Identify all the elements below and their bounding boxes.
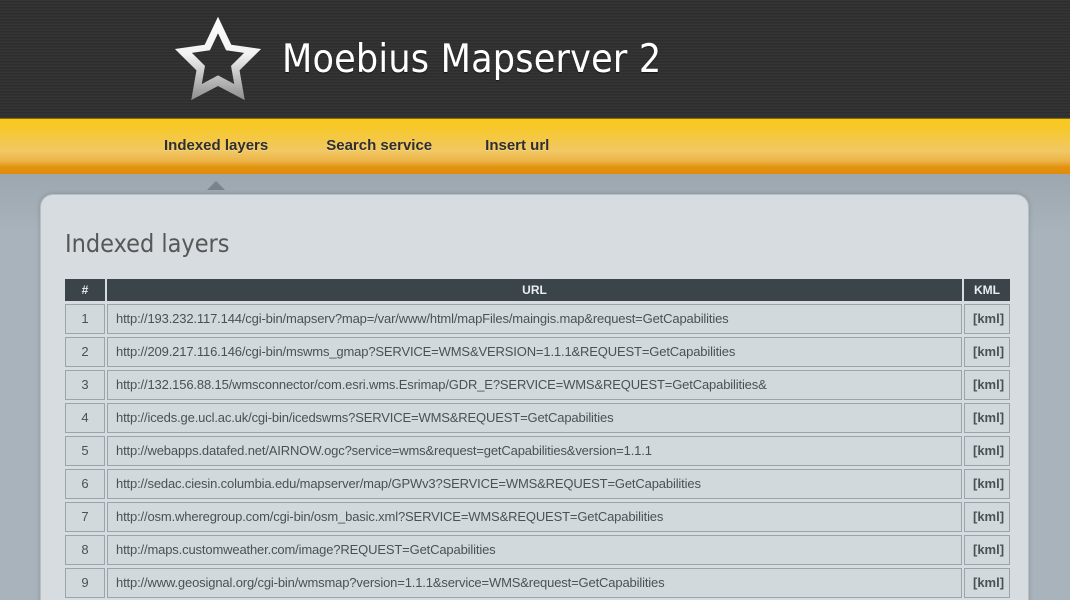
star-outline-icon bbox=[174, 16, 262, 101]
layer-url[interactable]: http://iceds.ge.ucl.ac.uk/cgi-bin/icedsw… bbox=[107, 403, 962, 433]
kml-link[interactable]: [kml] bbox=[964, 568, 1010, 598]
table-row: 6 http://sedac.ciesin.columbia.edu/mapser… bbox=[65, 469, 1010, 499]
banner-content: Moebius Mapserver 2 bbox=[0, 0, 1070, 118]
row-number: 9 bbox=[65, 568, 105, 598]
column-header-number: # bbox=[65, 279, 105, 301]
layer-url[interactable]: http://132.156.88.15/wmsconnector/com.es… bbox=[107, 370, 962, 400]
nav-item-label: Search service bbox=[326, 137, 433, 154]
layer-url[interactable]: http://maps.customweather.com/image?REQU… bbox=[107, 535, 962, 565]
row-number: 2 bbox=[65, 337, 105, 367]
content-panel: Indexed layers # URL KML 1 http://193.232… bbox=[40, 194, 1029, 600]
table-row: 1 http://193.232.117.144/cgi-bin/mapserv?… bbox=[65, 304, 1010, 334]
nav-item-label: Indexed layers bbox=[164, 137, 269, 154]
column-header-url: URL bbox=[107, 279, 962, 301]
table-row: 8 http://maps.customweather.com/image?REQ… bbox=[65, 535, 1010, 565]
kml-link[interactable]: [kml] bbox=[964, 436, 1010, 466]
page-title: Moebius Mapserver 2 bbox=[282, 36, 662, 82]
nav-item-insert-url[interactable]: Insert url bbox=[485, 119, 549, 153]
kml-link[interactable]: [kml] bbox=[964, 370, 1010, 400]
table-row: 2 http://209.217.116.146/cgi-bin/mswms_gm… bbox=[65, 337, 1010, 367]
row-number: 1 bbox=[65, 304, 105, 334]
layer-url[interactable]: http://osm.wheregroup.com/cgi-bin/osm_ba… bbox=[107, 502, 962, 532]
table-row: 9 http://www.geosignal.org/cgi-bin/wmsmap… bbox=[65, 568, 1010, 598]
layer-url[interactable]: http://193.232.117.144/cgi-bin/mapserv?m… bbox=[107, 304, 962, 334]
table-row: 7 http://osm.wheregroup.com/cgi-bin/osm_b… bbox=[65, 502, 1010, 532]
kml-link[interactable]: [kml] bbox=[964, 337, 1010, 367]
layer-url[interactable]: http://www.geosignal.org/cgi-bin/wmsmap?… bbox=[107, 568, 962, 598]
kml-link[interactable]: [kml] bbox=[964, 535, 1010, 565]
row-number: 6 bbox=[65, 469, 105, 499]
table-header: # URL KML bbox=[65, 279, 1010, 301]
row-number: 7 bbox=[65, 502, 105, 532]
kml-link[interactable]: [kml] bbox=[964, 403, 1010, 433]
layer-url[interactable]: http://sedac.ciesin.columbia.edu/mapserv… bbox=[107, 469, 962, 499]
table-header-row: # URL KML bbox=[65, 279, 1010, 301]
kml-link[interactable]: [kml] bbox=[964, 304, 1010, 334]
layer-url[interactable]: http://webapps.datafed.net/AIRNOW.ogc?se… bbox=[107, 436, 962, 466]
table-row: 3 http://132.156.88.15/wmsconnector/com.e… bbox=[65, 370, 1010, 400]
section-heading: Indexed layers bbox=[65, 229, 230, 258]
kml-link[interactable]: [kml] bbox=[964, 469, 1010, 499]
row-number: 5 bbox=[65, 436, 105, 466]
main-navigation: Indexed layers Search service Insert url bbox=[0, 118, 1070, 190]
nav-item-indexed-layers[interactable]: Indexed layers bbox=[164, 119, 269, 190]
kml-link[interactable]: [kml] bbox=[964, 502, 1010, 532]
row-number: 4 bbox=[65, 403, 105, 433]
row-number: 8 bbox=[65, 535, 105, 565]
table-body: 1 http://193.232.117.144/cgi-bin/mapserv?… bbox=[65, 304, 1010, 598]
layer-url[interactable]: http://209.217.116.146/cgi-bin/mswms_gma… bbox=[107, 337, 962, 367]
table-row: 5 http://webapps.datafed.net/AIRNOW.ogc?s… bbox=[65, 436, 1010, 466]
site-banner: Moebius Mapserver 2 bbox=[0, 0, 1070, 118]
column-header-kml: KML bbox=[964, 279, 1010, 301]
nav-item-search-service[interactable]: Search service bbox=[326, 119, 432, 153]
indexed-layers-table: # URL KML 1 http://193.232.117.144/cgi-bi… bbox=[63, 276, 1012, 600]
nav-item-label: Insert url bbox=[485, 137, 550, 154]
row-number: 3 bbox=[65, 370, 105, 400]
table-row: 4 http://iceds.ge.ucl.ac.uk/cgi-bin/iceds… bbox=[65, 403, 1010, 433]
